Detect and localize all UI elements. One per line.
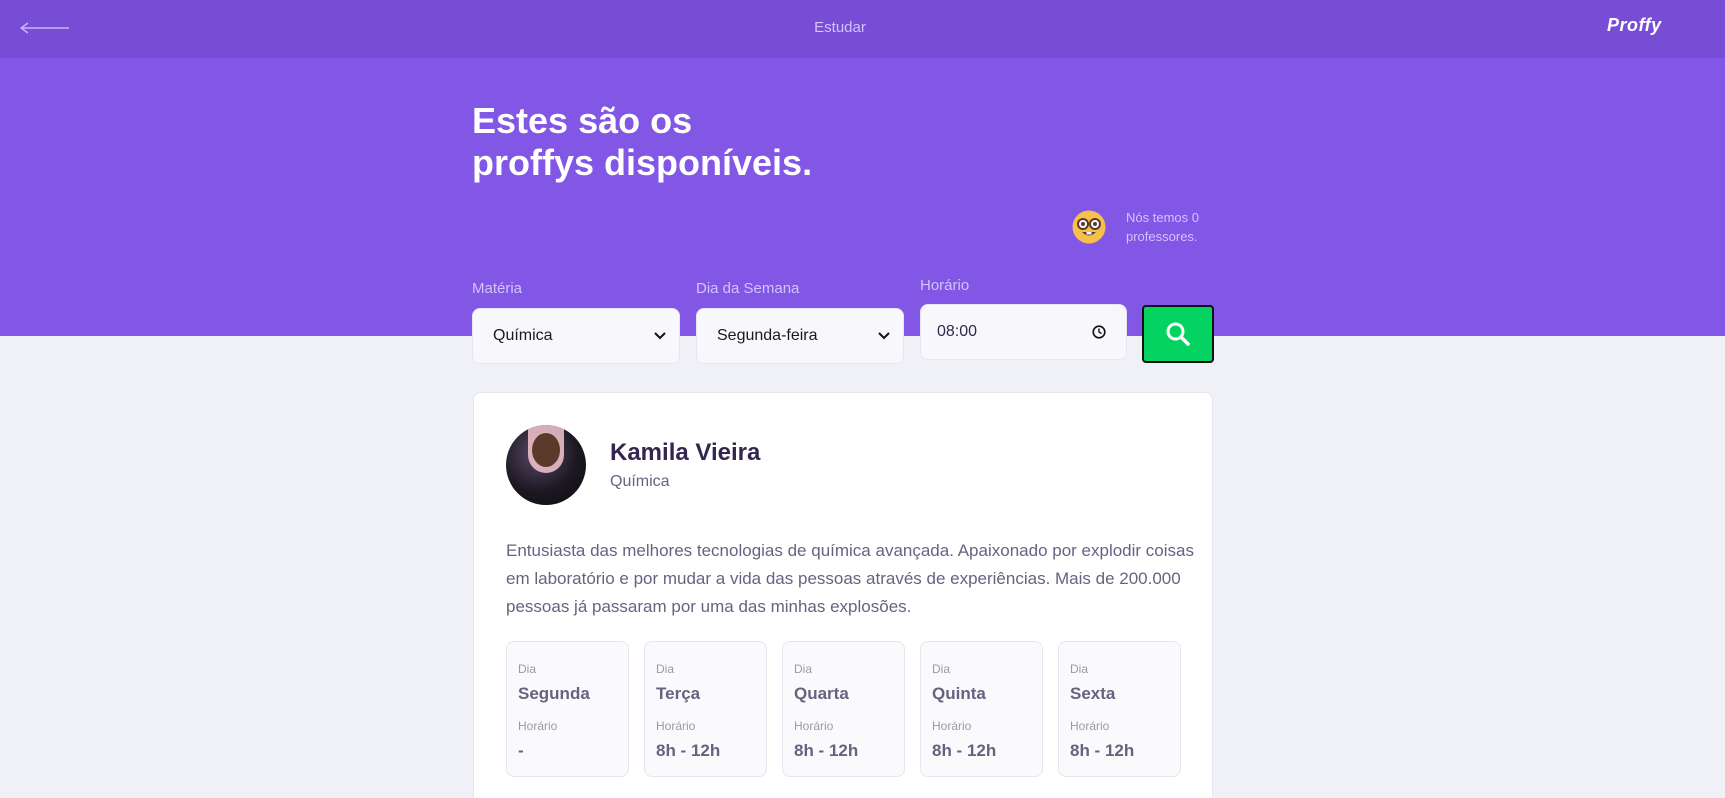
schedule-time-label: Horário <box>656 719 696 733</box>
chevron-down-icon <box>878 332 890 340</box>
page-title: Estes são os proffys disponíveis. <box>472 100 872 184</box>
subject-select-value: Química <box>493 327 553 344</box>
schedule-day-label: Dia <box>518 662 537 676</box>
subject-label: Matéria <box>472 280 523 297</box>
teacher-bio: Entusiasta das melhores tecnologias de q… <box>506 541 1194 616</box>
schedule-item-monday: Dia Segunda Horário - <box>506 641 629 777</box>
schedule-time-label: Horário <box>1070 719 1110 733</box>
proffy-logo: Proffy <box>1607 15 1662 35</box>
schedule-time: 8h - 12h <box>1070 741 1135 760</box>
schedule-day: Segunda <box>518 684 590 703</box>
schedule-time-label: Horário <box>518 719 558 733</box>
weekday-select[interactable]: Segunda-feira <box>696 308 904 364</box>
time-label: Horário <box>920 277 970 294</box>
schedule-time-label: Horário <box>794 719 834 733</box>
schedule-item-thursday: Dia Quinta Horário 8h - 12h <box>920 641 1043 777</box>
schedule-time-label: Horário <box>932 719 972 733</box>
time-input-value: 08:00 <box>937 323 978 340</box>
schedule-day: Quinta <box>932 684 986 703</box>
chevron-down-icon <box>654 332 666 340</box>
schedule-day-label: Dia <box>794 662 813 676</box>
search-icon <box>1166 322 1190 346</box>
teacher-subject: Química <box>610 473 670 490</box>
page-title-line1: Estes são os <box>472 100 693 141</box>
schedule-item-friday: Dia Sexta Horário 8h - 12h <box>1058 641 1181 777</box>
page-section-title: Estudar <box>814 19 866 36</box>
teacher-avatar <box>506 425 586 505</box>
teacher-count-text: Nós temos 0 professores. <box>1126 208 1226 246</box>
search-button[interactable] <box>1142 305 1214 363</box>
teacher-count-line1: Nós temos 0 <box>1126 210 1199 225</box>
schedule-time: - <box>518 741 524 760</box>
time-input[interactable]: 08:00 <box>920 304 1127 360</box>
page-title-line2: proffys disponíveis. <box>472 142 813 183</box>
schedule-day-label: Dia <box>1070 662 1089 676</box>
schedule-time: 8h - 12h <box>656 741 721 760</box>
top-bar: Estudar Proffy <box>0 0 1725 58</box>
schedule-day-label: Dia <box>932 662 951 676</box>
schedule-item-wednesday: Dia Quarta Horário 8h - 12h <box>782 641 905 777</box>
schedule-time: 8h - 12h <box>932 741 997 760</box>
subject-select[interactable]: Química <box>472 308 680 364</box>
weekday-label: Dia da Semana <box>696 280 800 297</box>
schedule-day: Sexta <box>1070 684 1116 703</box>
schedule-item-tuesday: Dia Terça Horário 8h - 12h <box>644 641 767 777</box>
clock-icon[interactable] <box>1092 325 1106 339</box>
schedule-day: Quarta <box>794 684 849 703</box>
teacher-card: Kamila Vieira Química Entusiasta das mel… <box>473 392 1213 798</box>
teacher-count-line2: professores. <box>1126 229 1198 244</box>
schedule-day: Terça <box>656 684 701 703</box>
nerd-face-emoji-icon <box>1072 210 1106 244</box>
schedule-time: 8h - 12h <box>794 741 859 760</box>
schedule-day-label: Dia <box>656 662 675 676</box>
weekday-select-value: Segunda-feira <box>717 327 818 344</box>
teacher-name: Kamila Vieira <box>610 439 761 466</box>
